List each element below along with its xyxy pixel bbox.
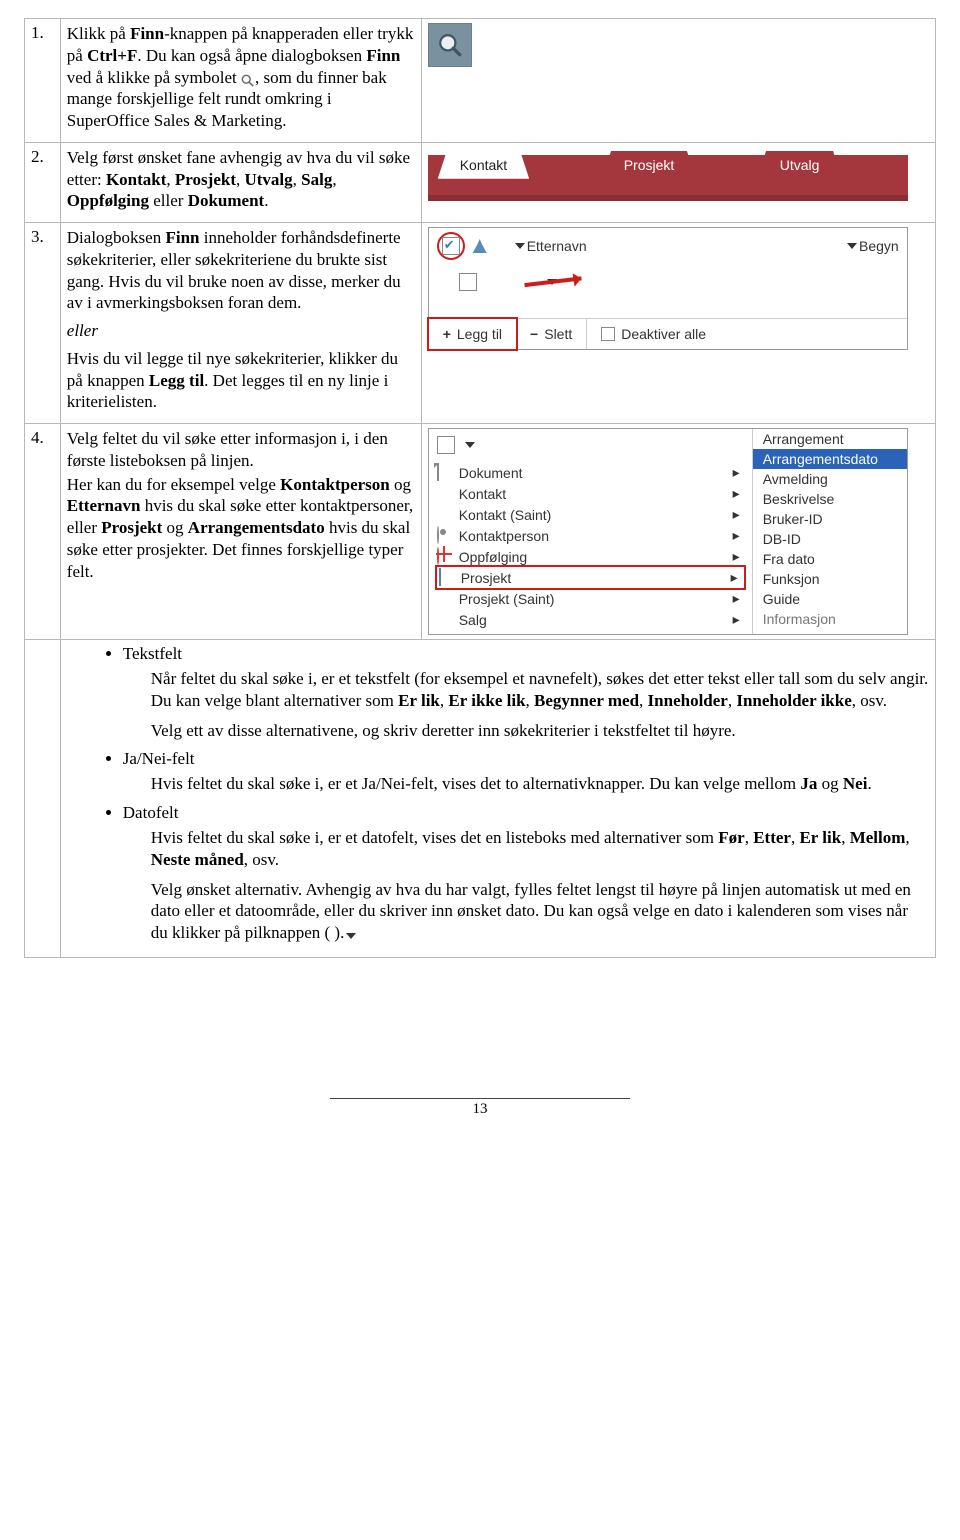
deactivate-icon — [601, 327, 615, 341]
list-item[interactable]: Arrangement — [753, 429, 907, 449]
menu-item-prosjekt-saint[interactable]: Prosjekt (Saint) — [435, 588, 746, 609]
criteria-checkbox[interactable] — [442, 237, 460, 255]
add-button[interactable]: +Legg til — [427, 317, 518, 351]
tab-utvalg[interactable]: Utvalg — [758, 151, 842, 179]
list-item[interactable]: Avmelding — [753, 469, 907, 489]
checked-circle-highlight — [437, 232, 465, 260]
plus-icon: + — [443, 326, 451, 342]
list-item[interactable]: Informasjon — [753, 609, 907, 629]
category-menu: Dokument Kontakt Kontakt (Saint) Kontakt… — [435, 462, 746, 630]
delete-button[interactable]: −Slett — [516, 319, 587, 349]
step-image: Kontakt Prosjekt Utvalg — [421, 142, 935, 222]
menu-item-kontakt[interactable]: Kontakt — [435, 483, 746, 504]
menu-item-salg[interactable]: Salg — [435, 609, 746, 630]
field-dropdown[interactable]: Etternavn — [515, 238, 587, 254]
page-number: 13 — [24, 1101, 936, 1118]
chevron-right-icon — [733, 506, 740, 523]
chevron-right-icon — [733, 590, 740, 607]
list-item[interactable]: Funksjon — [753, 569, 907, 589]
step-image — [421, 19, 935, 143]
minus-icon: − — [530, 326, 538, 342]
document-icon — [437, 463, 439, 481]
eller-label: eller — [67, 320, 415, 342]
chevron-right-icon — [733, 527, 740, 544]
project-icon — [439, 568, 441, 586]
caret-down-icon[interactable] — [465, 442, 475, 448]
bullet-janei: Ja/Nei-felt — [123, 749, 929, 769]
list-item[interactable]: Bruker-ID — [753, 509, 907, 529]
page-footer: 13 — [24, 1098, 936, 1118]
step-image: Dokument Kontakt Kontakt (Saint) Kontakt… — [421, 424, 935, 640]
criteria-checkbox[interactable] — [437, 436, 455, 454]
find-button-icon[interactable] — [428, 23, 472, 67]
caret-down-icon — [515, 243, 525, 249]
chevron-right-icon — [733, 464, 740, 481]
step-number: 3. — [25, 223, 61, 424]
menu-item-oppfolging[interactable]: Oppfølging — [435, 546, 746, 567]
inline-magnify-icon — [241, 72, 255, 86]
step-text: Klikk på Finn-knappen på knapperaden ell… — [60, 19, 421, 143]
chevron-right-icon — [733, 485, 740, 502]
chevron-right-icon — [731, 569, 738, 586]
list-item-selected[interactable]: Arrangementsdato — [753, 449, 907, 469]
bullet-datofelt: Datofelt — [123, 803, 929, 823]
followup-icon — [437, 547, 439, 565]
step-number: 4. — [25, 424, 61, 640]
menu-item-prosjekt[interactable]: Prosjekt — [435, 565, 746, 590]
step-text: Velg feltet du vil søke etter informasjo… — [60, 424, 421, 640]
chevron-right-icon — [733, 548, 740, 565]
person-icon — [473, 239, 487, 253]
field-picker-panel: Dokument Kontakt Kontakt (Saint) Kontakt… — [428, 428, 908, 635]
menu-item-kontakt-saint[interactable]: Kontakt (Saint) — [435, 504, 746, 525]
list-item[interactable]: Guide — [753, 589, 907, 609]
step-number-empty — [25, 640, 61, 958]
deactivate-all-button[interactable]: Deaktiver alle — [587, 319, 720, 349]
criteria-checkbox[interactable] — [459, 273, 477, 291]
menu-item-kontaktperson[interactable]: Kontaktperson — [435, 525, 746, 546]
list-item[interactable]: Beskrivelse — [753, 489, 907, 509]
menu-item-dokument[interactable]: Dokument — [435, 462, 746, 483]
tab-prosjekt[interactable]: Prosjekt — [602, 151, 697, 179]
instruction-table: 1. Klikk på Finn-knappen på knapperaden … — [24, 18, 936, 958]
caret-down-icon — [847, 243, 857, 249]
operator-dropdown[interactable]: Begyn — [847, 238, 899, 254]
list-item[interactable]: DB-ID — [753, 529, 907, 549]
list-item[interactable]: Fra dato — [753, 549, 907, 569]
person-icon — [437, 526, 439, 544]
field-list: Arrangement Arrangementsdato Avmelding B… — [752, 429, 907, 634]
criteria-panel: Etternavn Begyn +Legg til −Slett — [428, 227, 908, 350]
tab-kontakt[interactable]: Kontakt — [438, 151, 529, 179]
field-types-section: Tekstfelt Når feltet du skal søke i, er … — [60, 640, 935, 958]
chevron-right-icon — [733, 611, 740, 628]
step-number: 1. — [25, 19, 61, 143]
step-number: 2. — [25, 142, 61, 222]
bullet-tekstfelt: Tekstfelt — [123, 644, 929, 664]
step-text: Dialogboksen Finn inneholder forhåndsdef… — [60, 223, 421, 424]
caret-down-icon — [346, 923, 356, 945]
step-image: Etternavn Begyn +Legg til −Slett — [421, 223, 935, 424]
step-text: Velg først ønsket fane avhengig av hva d… — [60, 142, 421, 222]
